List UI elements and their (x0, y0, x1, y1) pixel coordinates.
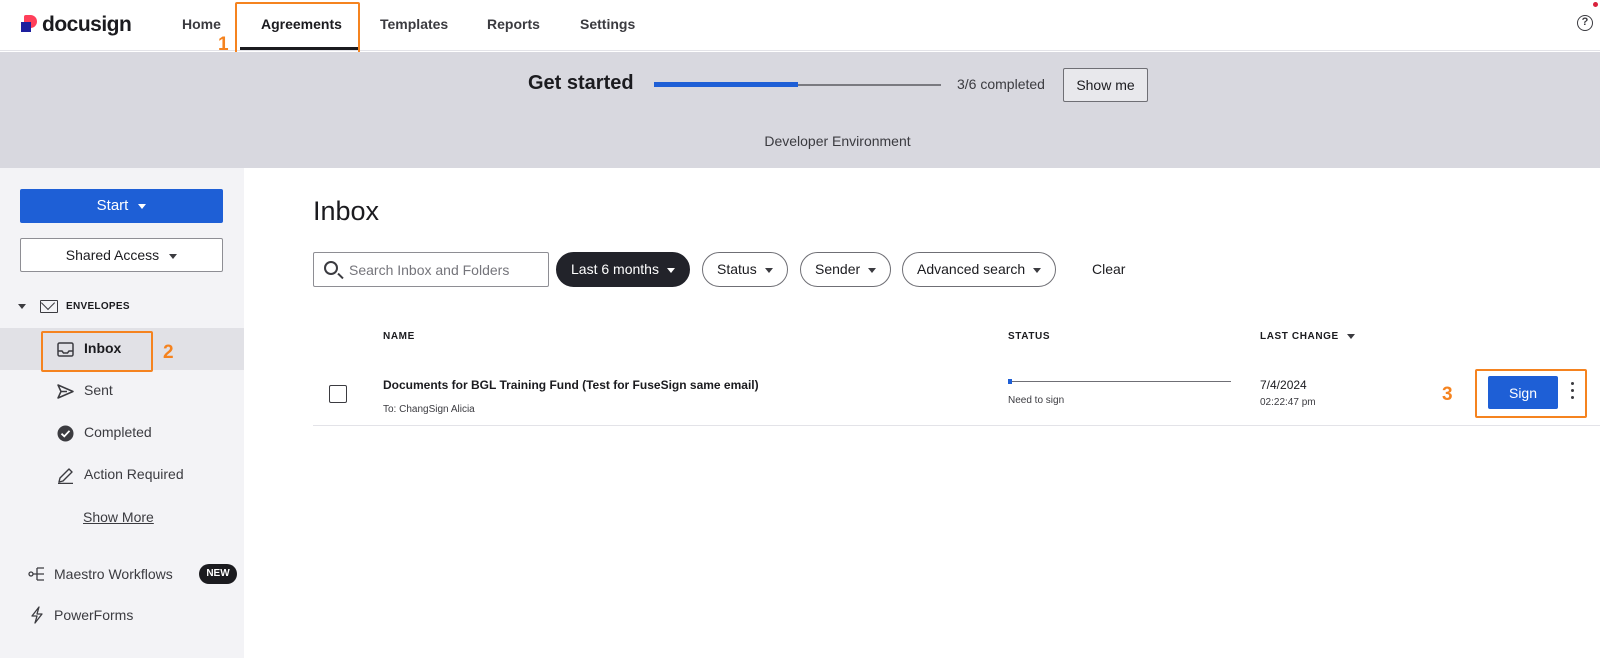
sidebar-item-maestro-workflows[interactable]: Maestro Workflows (28, 563, 173, 585)
annotation-box-1 (235, 2, 360, 59)
start-button[interactable]: Start (20, 189, 223, 223)
status-filter-dropdown[interactable]: Status (702, 252, 788, 287)
envelope-name[interactable]: Documents for BGL Training Fund (Test fo… (383, 378, 759, 392)
sidebar-item-action-required[interactable]: Action Required (0, 454, 244, 496)
chevron-down-icon (868, 267, 877, 273)
nav-settings[interactable]: Settings (580, 0, 635, 48)
chevron-down-icon (764, 267, 773, 273)
column-header-name[interactable]: NAME (383, 331, 415, 342)
chevron-down-icon (138, 203, 147, 209)
collapse-caret-icon (18, 303, 26, 309)
envelopes-section-toggle[interactable]: ENVELOPES (18, 298, 130, 314)
advanced-search-dropdown[interactable]: Advanced search (902, 252, 1057, 287)
nav-reports[interactable]: Reports (487, 0, 540, 48)
show-me-button[interactable]: Show me (1063, 68, 1148, 102)
check-circle-icon (57, 425, 74, 442)
chevron-down-icon (1033, 267, 1042, 273)
chevron-down-icon (666, 267, 675, 273)
docusign-logo[interactable]: docusign (20, 12, 132, 38)
column-header-last-change[interactable]: LAST CHANGE (1260, 331, 1355, 342)
envelope-icon (40, 299, 58, 313)
last-change-label: LAST CHANGE (1260, 331, 1339, 342)
search-box (313, 252, 549, 287)
sender-filter-label: Sender (815, 261, 861, 277)
developer-environment-label: Developer Environment (764, 133, 911, 149)
lightning-icon (31, 606, 43, 624)
sidebar-item-label: Sent (84, 382, 113, 398)
onboarding-progress-bar (654, 82, 941, 87)
get-started-banner: Get started 3/6 completed Show me Develo… (0, 52, 1600, 168)
advanced-search-label: Advanced search (917, 261, 1026, 277)
sender-filter-dropdown[interactable]: Sender (800, 252, 892, 287)
sidebar: Start Shared Access ENVELOPES Inbox Sent… (0, 168, 244, 658)
date-filter-dropdown[interactable]: Last 6 months (556, 252, 690, 287)
status-filter-label: Status (717, 261, 757, 277)
nav-home[interactable]: Home (182, 0, 221, 48)
envelopes-header: ENVELOPES (66, 300, 130, 312)
send-icon (57, 384, 74, 399)
powerforms-label: PowerForms (54, 607, 134, 623)
annotation-box-3 (1475, 369, 1587, 418)
clear-filters-button[interactable]: Clear (1092, 261, 1125, 277)
brand-name: docusign (42, 13, 132, 36)
column-header-status[interactable]: STATUS (1008, 331, 1050, 342)
notification-dot (1593, 2, 1598, 7)
page-title: Inbox (313, 196, 380, 226)
envelope-recipient: To: ChangSign Alicia (383, 404, 475, 415)
last-change-time: 02:22:47 pm (1260, 397, 1316, 408)
sort-desc-icon (1346, 333, 1355, 339)
docusign-logo-mark-icon (20, 15, 38, 35)
last-change-date: 7/4/2024 (1260, 378, 1307, 392)
question-circle-icon[interactable]: ? (1577, 15, 1593, 31)
row-checkbox[interactable] (329, 385, 347, 403)
get-started-title: Get started (528, 72, 634, 94)
envelope-status-progress-fill (1008, 379, 1013, 384)
sidebar-item-sent[interactable]: Sent (0, 370, 244, 412)
shared-access-label: Shared Access (65, 247, 160, 263)
show-more-link[interactable]: Show More (83, 509, 154, 525)
shared-access-button[interactable]: Shared Access (20, 238, 223, 272)
onboarding-progress-fill (654, 82, 798, 87)
envelope-status-progress (1008, 379, 1231, 384)
chevron-down-icon (169, 253, 178, 259)
sidebar-item-powerforms[interactable]: PowerForms (28, 604, 133, 626)
sidebar-item-label: Completed (84, 424, 152, 440)
start-button-label: Start (96, 197, 129, 214)
sidebar-item-label: Action Required (84, 466, 184, 482)
maestro-workflows-label: Maestro Workflows (54, 566, 173, 582)
nav-templates[interactable]: Templates (380, 0, 448, 48)
annotation-number-2: 2 (163, 342, 174, 363)
date-filter-label: Last 6 months (571, 261, 659, 277)
sidebar-item-completed[interactable]: Completed (0, 412, 244, 454)
search-icon (324, 261, 338, 275)
search-input[interactable] (349, 253, 544, 286)
onboarding-progress-text: 3/6 completed (957, 76, 1045, 92)
annotation-number-3: 3 (1442, 384, 1453, 405)
envelope-status-text: Need to sign (1008, 395, 1065, 406)
annotation-box-2 (41, 331, 153, 372)
new-badge: NEW (199, 564, 237, 584)
workflow-icon (28, 567, 44, 581)
row-divider (313, 425, 1600, 426)
pen-icon (58, 468, 73, 484)
